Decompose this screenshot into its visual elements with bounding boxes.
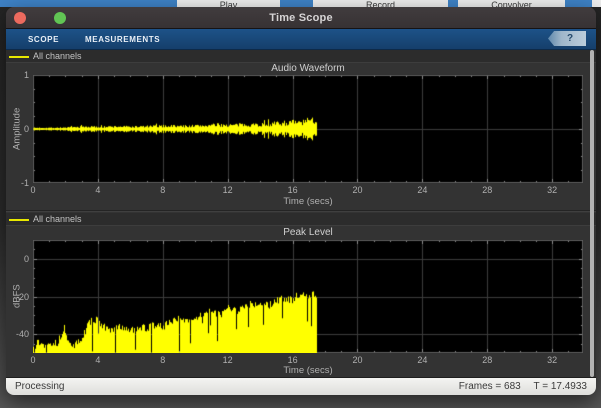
x-tick-label: 16: [288, 355, 298, 365]
titlebar[interactable]: Time Scope: [6, 7, 596, 29]
scope-content: All channels Audio Waveform Amplitude 1 0…: [6, 50, 596, 377]
status-time: T = 17.4933: [534, 381, 587, 392]
y-tick-label: -1: [21, 178, 29, 188]
help-button[interactable]: ?: [548, 31, 586, 46]
plot1-xlabel: Time (secs): [33, 196, 583, 207]
x-tick-label: 20: [352, 355, 362, 365]
plot1-title: Audio Waveform: [33, 63, 583, 74]
x-tick-label: 24: [417, 185, 427, 195]
window-title: Time Scope: [6, 12, 596, 24]
tab-measurements[interactable]: MEASUREMENTS: [85, 35, 160, 44]
y-tick-label: -20: [16, 292, 29, 302]
legend-label: All channels: [33, 214, 82, 224]
x-tick-label: 4: [95, 185, 100, 195]
y-tick-label: -40: [16, 329, 29, 339]
x-tick-label: 0: [30, 355, 35, 365]
legend-waveform: All channels: [6, 50, 596, 63]
x-tick-label: 12: [223, 185, 233, 195]
plot2-xlabel: Time (secs): [33, 365, 583, 376]
legend-line-icon: [9, 56, 29, 58]
y-tick-label: 0: [24, 124, 29, 134]
background-record-button[interactable]: Record: [313, 0, 448, 7]
panel-divider: [6, 210, 596, 212]
status-counters: Frames = 683 T = 17.4933: [449, 381, 587, 392]
x-tick-label: 20: [352, 185, 362, 195]
x-tick-label: 28: [482, 185, 492, 195]
y-tick-label: 1: [24, 70, 29, 80]
background-partial-button: [592, 0, 601, 7]
x-tick-label: 32: [547, 185, 557, 195]
x-tick-label: 32: [547, 355, 557, 365]
x-tick-label: 12: [223, 355, 233, 365]
plot2-axes[interactable]: [33, 240, 583, 353]
x-tick-label: 24: [417, 355, 427, 365]
legend-label: All channels: [33, 51, 82, 61]
status-frames: Frames = 683: [459, 381, 521, 392]
background-convolver-button[interactable]: Convolver: [458, 0, 565, 7]
x-tick-label: 8: [160, 185, 165, 195]
tab-scope[interactable]: SCOPE: [28, 35, 59, 44]
y-tick-label: 0: [24, 254, 29, 264]
background-window-toolbar: Play Record Convolver: [0, 0, 601, 7]
background-play-button[interactable]: Play: [177, 0, 280, 7]
vertical-scrollbar[interactable]: [590, 50, 594, 377]
status-bar: Processing Frames = 683 T = 17.4933: [6, 377, 596, 395]
x-tick-label: 28: [482, 355, 492, 365]
time-scope-window: Time Scope SCOPE MEASUREMENTS ? All chan…: [6, 7, 596, 395]
legend-peak: All channels: [6, 213, 596, 226]
plot1-xtick-labels: 0 4 8 12 16 20 24 28 32: [33, 185, 583, 195]
plot1-axes[interactable]: [33, 75, 583, 183]
ribbon-tabbar: SCOPE MEASUREMENTS ?: [6, 29, 596, 50]
plot2-xtick-labels: 0 4 8 12 16 20 24 28 32: [33, 355, 583, 365]
x-tick-label: 8: [160, 355, 165, 365]
x-tick-label: 4: [95, 355, 100, 365]
x-tick-label: 16: [288, 185, 298, 195]
x-tick-label: 0: [30, 185, 35, 195]
legend-line-icon: [9, 219, 29, 221]
status-message: Processing: [15, 381, 64, 392]
plot1-ylabel: Amplitude: [10, 75, 24, 183]
plot2-title: Peak Level: [33, 227, 583, 238]
